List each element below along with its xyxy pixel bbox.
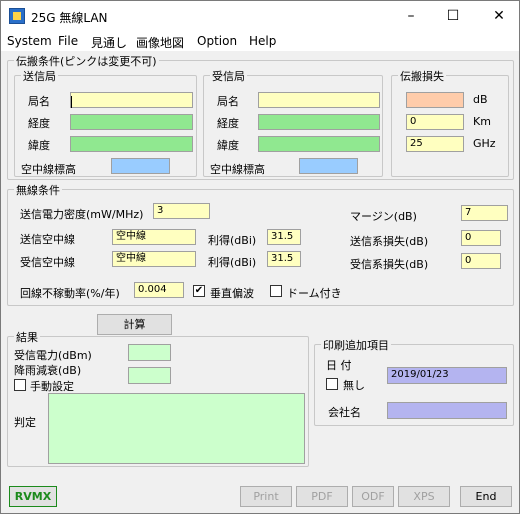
menu-image-map[interactable]: 画像地図: [136, 34, 184, 51]
rx-lon-field[interactable]: [258, 114, 380, 130]
rx-gain-field[interactable]: 31.5: [267, 251, 301, 267]
tx-name-label: 局名: [28, 95, 50, 108]
company-label: 会社名: [328, 406, 361, 419]
menu-line-of-sight[interactable]: 見通し: [91, 34, 127, 51]
rx-antenna-field[interactable]: 空中線: [112, 251, 196, 267]
menu-option[interactable]: Option: [197, 34, 237, 48]
frequency-ghz-field[interactable]: 25: [406, 136, 464, 152]
rx-power-result-label: 受信電力(dBm): [14, 349, 92, 362]
menu-system[interactable]: System: [7, 34, 52, 48]
pdf-button[interactable]: PDF: [296, 486, 348, 507]
menu-help[interactable]: Help: [249, 34, 276, 48]
result-group: 結果 受信電力(dBm) 降雨減衰(dB) 手動設定 判定: [7, 329, 309, 467]
end-button[interactable]: End: [460, 486, 512, 507]
tx-power-label: 送信電力密度(mW/MHz): [20, 208, 144, 221]
menu-file[interactable]: File: [58, 34, 78, 48]
tx-lat-field[interactable]: [70, 136, 193, 152]
rx-gain-label: 利得(dBi): [208, 256, 257, 269]
outage-label: 回線不稼動率(%/年): [20, 287, 120, 300]
judgement-area: [48, 393, 305, 464]
date-field[interactable]: 2019/01/23: [387, 367, 507, 384]
rx-name-field[interactable]: [258, 92, 380, 108]
rx-loss-field[interactable]: 0: [461, 253, 501, 269]
rx-station-title: 受信局: [210, 68, 247, 84]
title-bar: 25G 無線LAN – ☐ ✕: [1, 1, 519, 31]
judgement-label: 判定: [14, 416, 36, 429]
menu-bar: System File 見通し 画像地図 Option Help: [1, 31, 519, 51]
rx-antenna-label: 受信空中線: [20, 256, 75, 269]
vertical-polarization-checkbox[interactable]: ✔: [193, 285, 205, 297]
app-window: 25G 無線LAN – ☐ ✕ System File 見通し 画像地図 Opt…: [0, 0, 520, 514]
result-group-title: 結果: [14, 329, 40, 345]
frequency-ghz-unit: GHz: [473, 137, 496, 150]
dome-checkbox[interactable]: [270, 285, 282, 297]
tx-antenna-label: 送信空中線: [20, 233, 75, 246]
rx-lon-label: 経度: [217, 117, 239, 130]
print-button[interactable]: Print: [240, 486, 292, 507]
propagation-group: 伝搬条件(ピンクは変更不可) 送信局 局名 経度 緯度 空中線標高 受信局 局名…: [7, 53, 514, 180]
rx-height-label: 空中線標高: [210, 163, 265, 176]
rx-name-label: 局名: [217, 95, 239, 108]
distance-km-field[interactable]: 0: [406, 114, 464, 130]
rain-attenuation-field: [128, 367, 171, 384]
window-title: 25G 無線LAN: [31, 11, 108, 25]
calculate-button[interactable]: 計算: [97, 314, 172, 335]
manual-setting-label: 手動設定: [30, 380, 74, 393]
margin-label: マージン(dB): [350, 210, 417, 223]
margin-field[interactable]: 7: [461, 205, 508, 221]
outage-field[interactable]: 0.004: [134, 282, 184, 298]
text-cursor: [71, 96, 72, 108]
no-date-label: 無し: [343, 379, 365, 392]
close-button[interactable]: ✕: [479, 1, 519, 31]
tx-lat-label: 緯度: [28, 139, 50, 152]
rx-station-group: 受信局 局名 経度 緯度 空中線標高: [203, 68, 383, 177]
tx-station-title: 送信局: [21, 68, 58, 84]
loss-title: 伝搬損失: [398, 68, 446, 84]
odf-button[interactable]: ODF: [352, 486, 394, 507]
rx-loss-label: 受信系損失(dB): [350, 258, 429, 271]
manual-setting-checkbox[interactable]: [14, 379, 26, 391]
tx-gain-label: 利得(dBi): [208, 234, 257, 247]
tx-loss-label: 送信系損失(dB): [350, 235, 429, 248]
rx-lat-field[interactable]: [258, 136, 380, 152]
rain-attenuation-label: 降雨減衰(dB): [14, 364, 82, 377]
distance-km-unit: Km: [473, 115, 491, 128]
tx-loss-field[interactable]: 0: [461, 230, 501, 246]
tx-height-field[interactable]: [111, 158, 170, 174]
maximize-button[interactable]: ☐: [433, 1, 473, 31]
tx-gain-field[interactable]: 31.5: [267, 229, 301, 245]
date-label: 日 付: [326, 359, 352, 372]
radio-group: 無線条件 送信電力密度(mW/MHz) 3 送信空中線 空中線 利得(dBi) …: [7, 182, 514, 306]
loss-db-field: [406, 92, 464, 108]
rx-height-field[interactable]: [299, 158, 358, 174]
no-date-checkbox[interactable]: [326, 378, 338, 390]
xps-button[interactable]: XPS: [398, 486, 450, 507]
loss-group: 伝搬損失 dB 0 Km 25 GHz: [391, 68, 509, 177]
tx-power-field[interactable]: 3: [153, 203, 210, 219]
tx-station-group: 送信局 局名 経度 緯度 空中線標高: [14, 68, 197, 177]
minimize-button[interactable]: –: [391, 1, 431, 31]
print-items-title: 印刷追加項目: [321, 337, 391, 353]
rx-power-result-field: [128, 344, 171, 361]
tx-lon-label: 経度: [28, 117, 50, 130]
vertical-polarization-label: 垂直偏波: [210, 287, 254, 300]
tx-name-field[interactable]: [70, 92, 193, 108]
dome-label: ドーム付き: [287, 287, 342, 300]
propagation-group-title: 伝搬条件(ピンクは変更不可): [14, 53, 159, 69]
tx-height-label: 空中線標高: [21, 163, 76, 176]
tx-antenna-field[interactable]: 空中線: [112, 229, 196, 245]
loss-db-unit: dB: [473, 93, 488, 106]
app-logo-icon: [9, 8, 25, 24]
rx-lat-label: 緯度: [217, 139, 239, 152]
radio-group-title: 無線条件: [14, 182, 62, 198]
rvmx-logo-button[interactable]: RVMX: [9, 486, 57, 507]
company-field[interactable]: [387, 402, 507, 419]
tx-lon-field[interactable]: [70, 114, 193, 130]
print-items-group: 印刷追加項目 日 付 無し 2019/01/23 会社名: [314, 337, 514, 426]
